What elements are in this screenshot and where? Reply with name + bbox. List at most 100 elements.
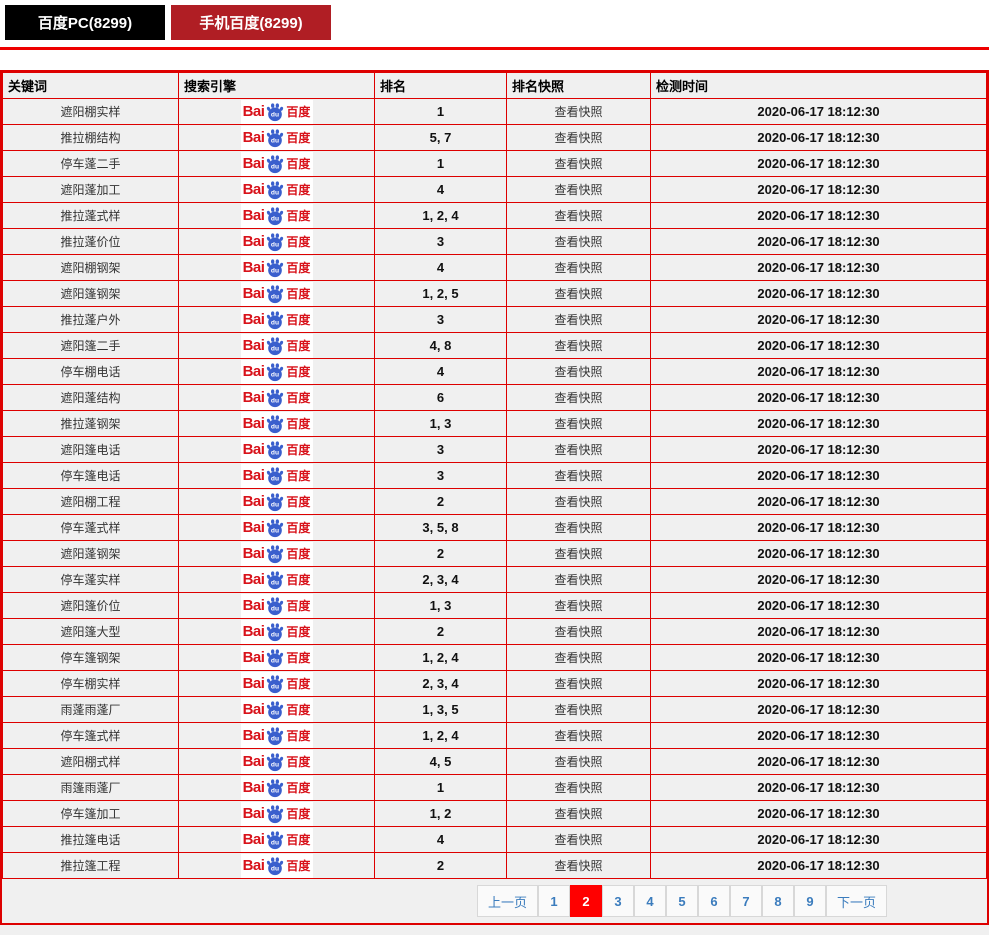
page-button-3[interactable]: 3 [601,885,634,917]
baidu-logo-text-cn: 百度 [286,859,311,873]
check-time-cell: 2020-06-17 18:12:30 [650,800,987,827]
view-snapshot-link[interactable]: 查看快照 [554,599,602,613]
view-snapshot-link[interactable]: 查看快照 [554,547,602,561]
baidu-logo-text-bai: Bai [242,467,265,484]
tab-baidu-mobile[interactable]: 手机百度(8299) [171,5,331,40]
spacer [0,50,989,70]
baidu-logo-text-du: du [271,189,279,196]
page-button-1[interactable]: 1 [537,885,570,917]
view-snapshot-link[interactable]: 查看快照 [554,339,602,353]
baidu-logo: Bai du 百度 [240,229,313,254]
check-time-cell: 2020-06-17 18:12:30 [650,618,987,645]
view-snapshot-link[interactable]: 查看快照 [554,833,602,847]
baidu-logo-text-bai: Bai [242,285,265,302]
keyword-cell: 遮阳篷价位 [2,592,179,619]
table-row: 推拉篷工程 Bai du 百度 2 查看快照 2020-06-17 18:12:… [2,852,987,879]
engine-cell: Bai du 百度 [178,540,375,567]
rank-cell: 1 [374,150,507,177]
page-button-5[interactable]: 5 [665,885,698,917]
baidu-logo: Bai du 百度 [240,125,313,150]
baidu-logo-text-cn: 百度 [286,807,311,821]
view-snapshot-link[interactable]: 查看快照 [554,105,602,119]
view-snapshot-link[interactable]: 查看快照 [554,287,602,301]
view-snapshot-link[interactable]: 查看快照 [554,443,602,457]
check-time-cell: 2020-06-17 18:12:30 [650,696,987,723]
baidu-logo-text-cn: 百度 [286,755,311,769]
engine-cell: Bai du 百度 [178,410,375,437]
table-row: 遮阳篷钢架 Bai du 百度 1, 2, 5 查看快照 2020-06-17 … [2,280,987,307]
baidu-logo-text-du: du [271,761,279,768]
view-snapshot-link[interactable]: 查看快照 [554,729,602,743]
view-snapshot-link[interactable]: 查看快照 [554,391,602,405]
page-button-8[interactable]: 8 [761,885,794,917]
view-snapshot-link[interactable]: 查看快照 [554,235,602,249]
view-snapshot-link[interactable]: 查看快照 [554,365,602,379]
engine-cell: Bai du 百度 [178,228,375,255]
table-row: 停车蓬二手 Bai du 百度 1 查看快照 2020-06-17 18:12:… [2,150,987,177]
rank-cell: 4 [374,826,507,853]
view-snapshot-link[interactable]: 查看快照 [554,651,602,665]
baidu-paw-icon: du [267,648,284,667]
baidu-logo-text-bai: Bai [242,571,265,588]
check-time-cell: 2020-06-17 18:12:30 [650,332,987,359]
baidu-logo-text-du: du [271,137,279,144]
tab-baidu-pc[interactable]: 百度PC(8299) [5,5,165,40]
baidu-paw-icon: du [267,414,284,433]
rank-cell: 4 [374,176,507,203]
view-snapshot-link[interactable]: 查看快照 [554,417,602,431]
baidu-logo-text-cn: 百度 [286,417,311,431]
keyword-cell: 停车棚电话 [2,358,179,385]
page-button-9[interactable]: 9 [793,885,826,917]
baidu-logo-text-bai: Bai [242,753,265,770]
view-snapshot-link[interactable]: 查看快照 [554,521,602,535]
engine-cell: Bai du 百度 [178,826,375,853]
view-snapshot-link[interactable]: 查看快照 [554,313,602,327]
page-button-7[interactable]: 7 [729,885,762,917]
view-snapshot-link[interactable]: 查看快照 [554,703,602,717]
view-snapshot-link[interactable]: 查看快照 [554,209,602,223]
page-button-4[interactable]: 4 [633,885,666,917]
view-snapshot-link[interactable]: 查看快照 [554,573,602,587]
table-header-row: 关键词 搜索引擎 排名 排名快照 检测时间 [2,72,987,99]
view-snapshot-link[interactable]: 查看快照 [554,755,602,769]
table-row: 停车棚实样 Bai du 百度 2, 3, 4 查看快照 2020-06-17 … [2,670,987,697]
baidu-logo-text-bai: Bai [242,831,265,848]
baidu-paw-icon: du [267,570,284,589]
view-snapshot-link[interactable]: 查看快照 [554,677,602,691]
baidu-logo-text-cn: 百度 [286,157,311,171]
view-snapshot-link[interactable]: 查看快照 [554,807,602,821]
view-snapshot-link[interactable]: 查看快照 [554,469,602,483]
keyword-cell: 停车篷式样 [2,722,179,749]
baidu-logo-text-bai: Bai [242,545,265,562]
view-snapshot-link[interactable]: 查看快照 [554,859,602,873]
keyword-cell: 遮阳蓬钢架 [2,540,179,567]
view-snapshot-link[interactable]: 查看快照 [554,183,602,197]
header-engine: 搜索引擎 [178,72,375,99]
view-snapshot-link[interactable]: 查看快照 [554,157,602,171]
view-snapshot-link[interactable]: 查看快照 [554,131,602,145]
next-page-button[interactable]: 下一页 [825,885,887,917]
page-button-2[interactable]: 2 [569,885,602,917]
rank-cell: 6 [374,384,507,411]
baidu-logo-text-cn: 百度 [286,521,311,535]
view-snapshot-link[interactable]: 查看快照 [554,261,602,275]
check-time-cell: 2020-06-17 18:12:30 [650,774,987,801]
rank-cell: 1, 2, 5 [374,280,507,307]
rank-cell: 3 [374,228,507,255]
header-keyword: 关键词 [2,72,179,99]
check-time-cell: 2020-06-17 18:12:30 [650,202,987,229]
view-snapshot-link[interactable]: 查看快照 [554,495,602,509]
rank-cell: 1, 3, 5 [374,696,507,723]
header-snapshot: 排名快照 [506,72,651,99]
baidu-logo-text-du: du [271,579,279,586]
prev-page-button[interactable]: 上一页 [476,885,538,917]
keyword-cell: 推拉篷工程 [2,852,179,879]
baidu-logo: Bai du 百度 [240,411,313,436]
baidu-logo: Bai du 百度 [240,307,313,332]
engine-cell: Bai du 百度 [178,722,375,749]
view-snapshot-link[interactable]: 查看快照 [554,781,602,795]
baidu-logo: Bai du 百度 [240,827,313,852]
page-button-6[interactable]: 6 [697,885,730,917]
keyword-cell: 推拉蓬钢架 [2,410,179,437]
view-snapshot-link[interactable]: 查看快照 [554,625,602,639]
